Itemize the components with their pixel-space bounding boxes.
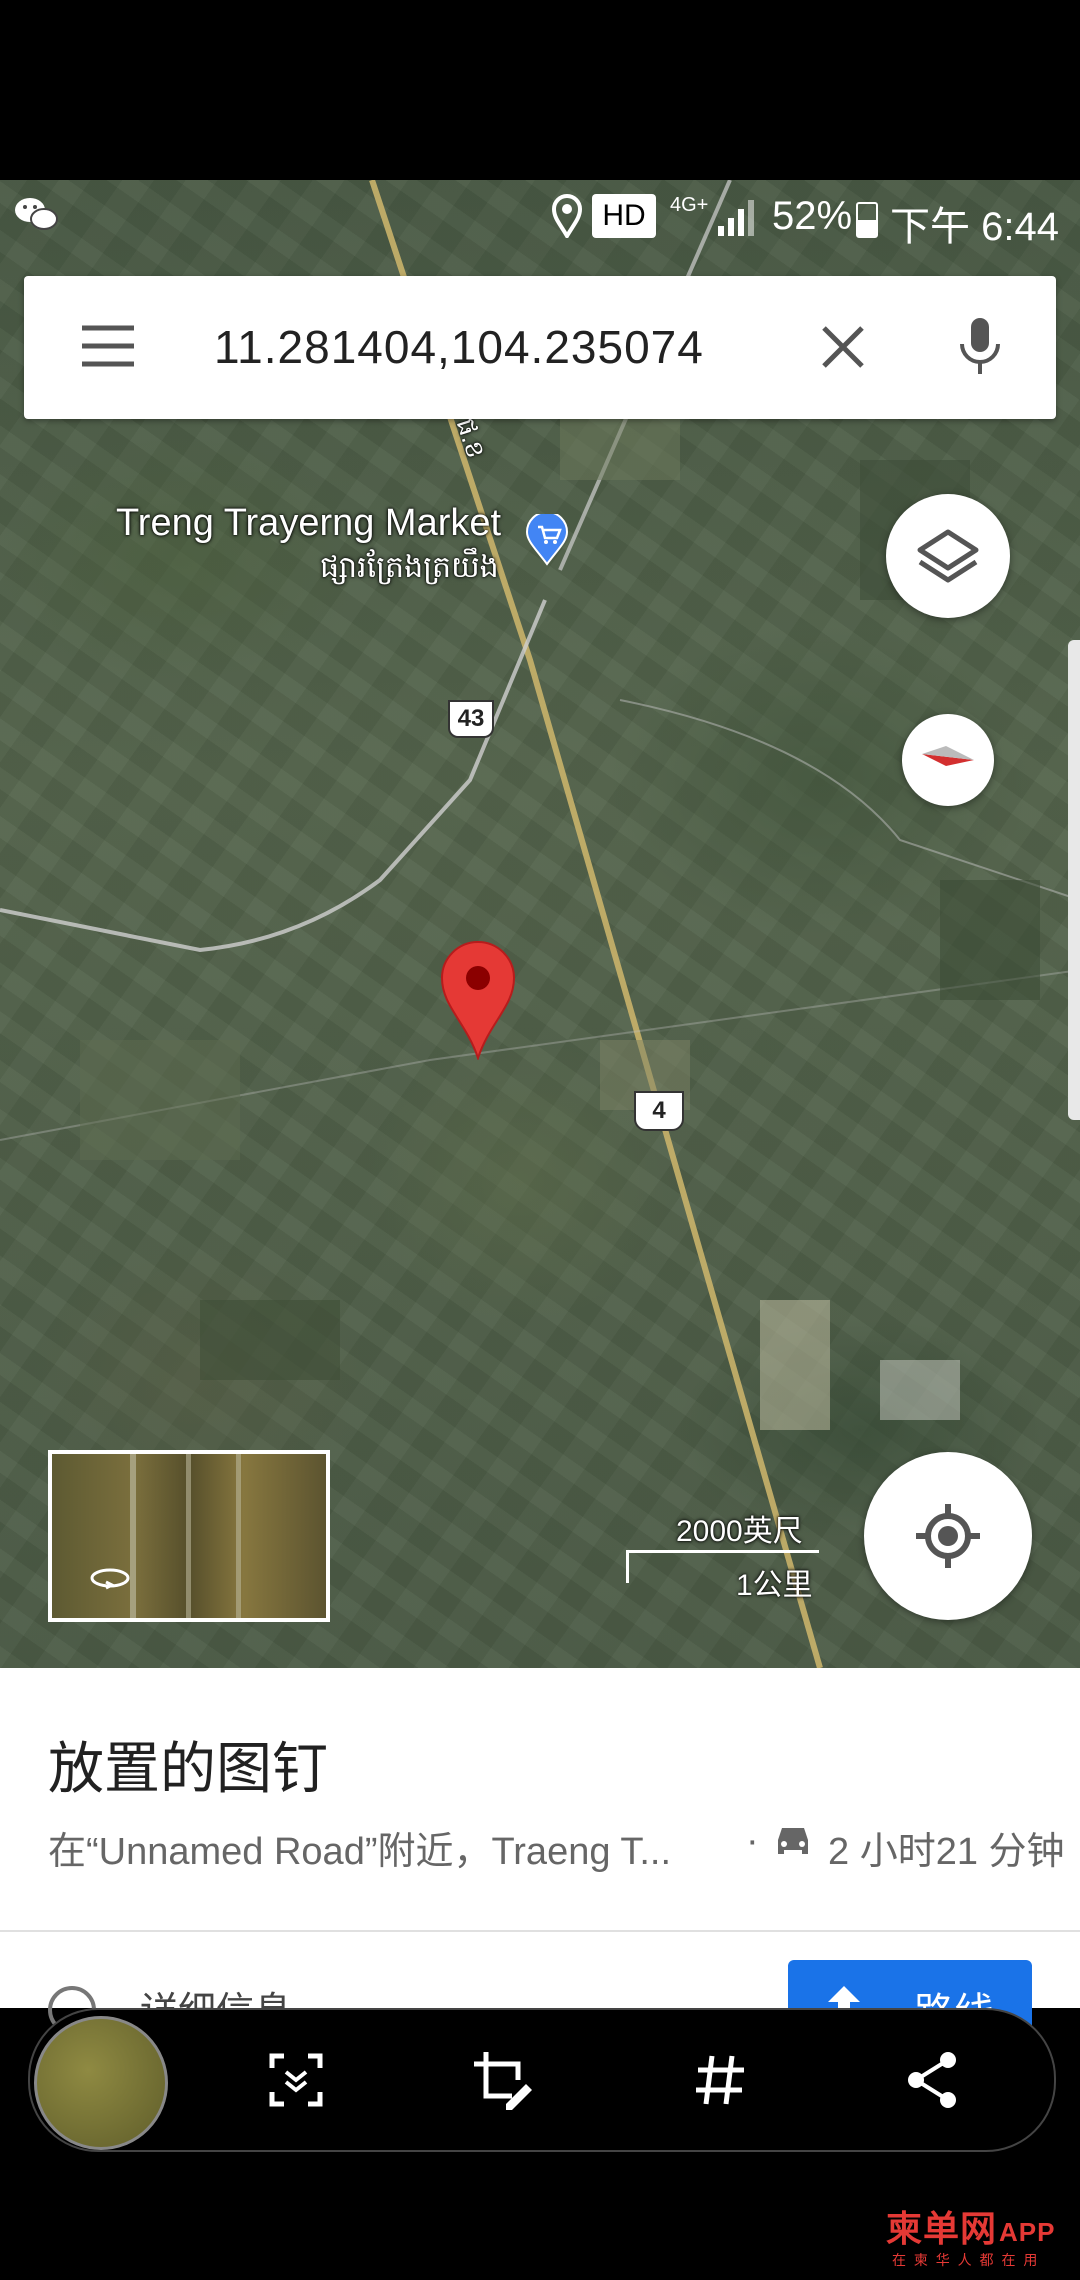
- clear-search-icon[interactable]: [818, 322, 868, 372]
- status-bar: HD 4G+ 52% 下午 6:44: [0, 180, 1080, 256]
- dropped-pin-icon[interactable]: [440, 940, 516, 1062]
- screenshot-toolbar[interactable]: [28, 2008, 1056, 2152]
- scale-feet: 2000英尺: [676, 1515, 803, 1548]
- place-title: 放置的图钉: [48, 1737, 328, 1800]
- hashtag-icon[interactable]: [690, 2050, 750, 2110]
- route-4-shield: 4: [634, 1091, 684, 1131]
- separator-dot: ·: [746, 1820, 759, 1862]
- market-label[interactable]: Treng Trayerng Market: [116, 502, 501, 545]
- battery-icon: [856, 202, 878, 238]
- compass-button[interactable]: [902, 714, 994, 806]
- hd-badge: HD: [592, 194, 656, 238]
- crosshair-icon: [916, 1504, 980, 1568]
- watermark-brand-text: 柬单网: [886, 2208, 998, 2249]
- market-label-khmer: ផ្សារត្រែងត្រយឹង: [320, 551, 499, 584]
- watermark-brand: 柬单网APP: [886, 2200, 1055, 2252]
- battery-percent: 52%: [772, 194, 853, 238]
- drive-time: 2 小时21 分钟: [828, 1831, 1065, 1873]
- compass-icon: [922, 746, 974, 766]
- scale-km: 1公里: [736, 1569, 813, 1602]
- network-type: 4G+: [670, 194, 709, 216]
- divider: [0, 1930, 1080, 1932]
- street-view-360-icon: [86, 1564, 134, 1594]
- microphone-icon[interactable]: [958, 316, 1002, 376]
- store-marker-icon[interactable]: [525, 511, 569, 566]
- my-location-button[interactable]: [864, 1452, 1032, 1620]
- search-bar[interactable]: 11.281404,104.235074: [24, 276, 1056, 419]
- menu-icon[interactable]: [80, 322, 136, 370]
- layers-button[interactable]: [886, 494, 1010, 618]
- place-bottom-sheet[interactable]: 放置的图钉 在“Unnamed Road”附近，Traeng T... · 2 …: [0, 1668, 1080, 2070]
- signal-icon: [716, 198, 756, 238]
- share-icon[interactable]: [902, 2050, 962, 2110]
- side-drawer-handle[interactable]: [1068, 640, 1080, 1120]
- watermark-app-text: APP: [999, 2217, 1056, 2247]
- watermark-tagline: 在 柬 华 人 都 在 用: [892, 2252, 1040, 2268]
- car-icon: [772, 1822, 814, 1862]
- wechat-icon: [14, 194, 58, 234]
- place-address: 在“Unnamed Road”附近，Traeng T...: [48, 1831, 672, 1873]
- location-status-icon: [551, 194, 583, 240]
- clock: 下午 6:44: [890, 205, 1059, 249]
- scroll-capture-icon[interactable]: [266, 2050, 326, 2110]
- screen-top-bezel: [0, 0, 1080, 180]
- street-view-thumbnail[interactable]: [48, 1450, 330, 1622]
- search-input[interactable]: 11.281404,104.235074: [214, 320, 704, 374]
- route-43-shield: 43: [448, 700, 494, 738]
- crop-edit-icon[interactable]: [472, 2050, 532, 2110]
- layers-icon: [917, 529, 979, 583]
- map-preview-thumbnail[interactable]: [34, 2016, 168, 2150]
